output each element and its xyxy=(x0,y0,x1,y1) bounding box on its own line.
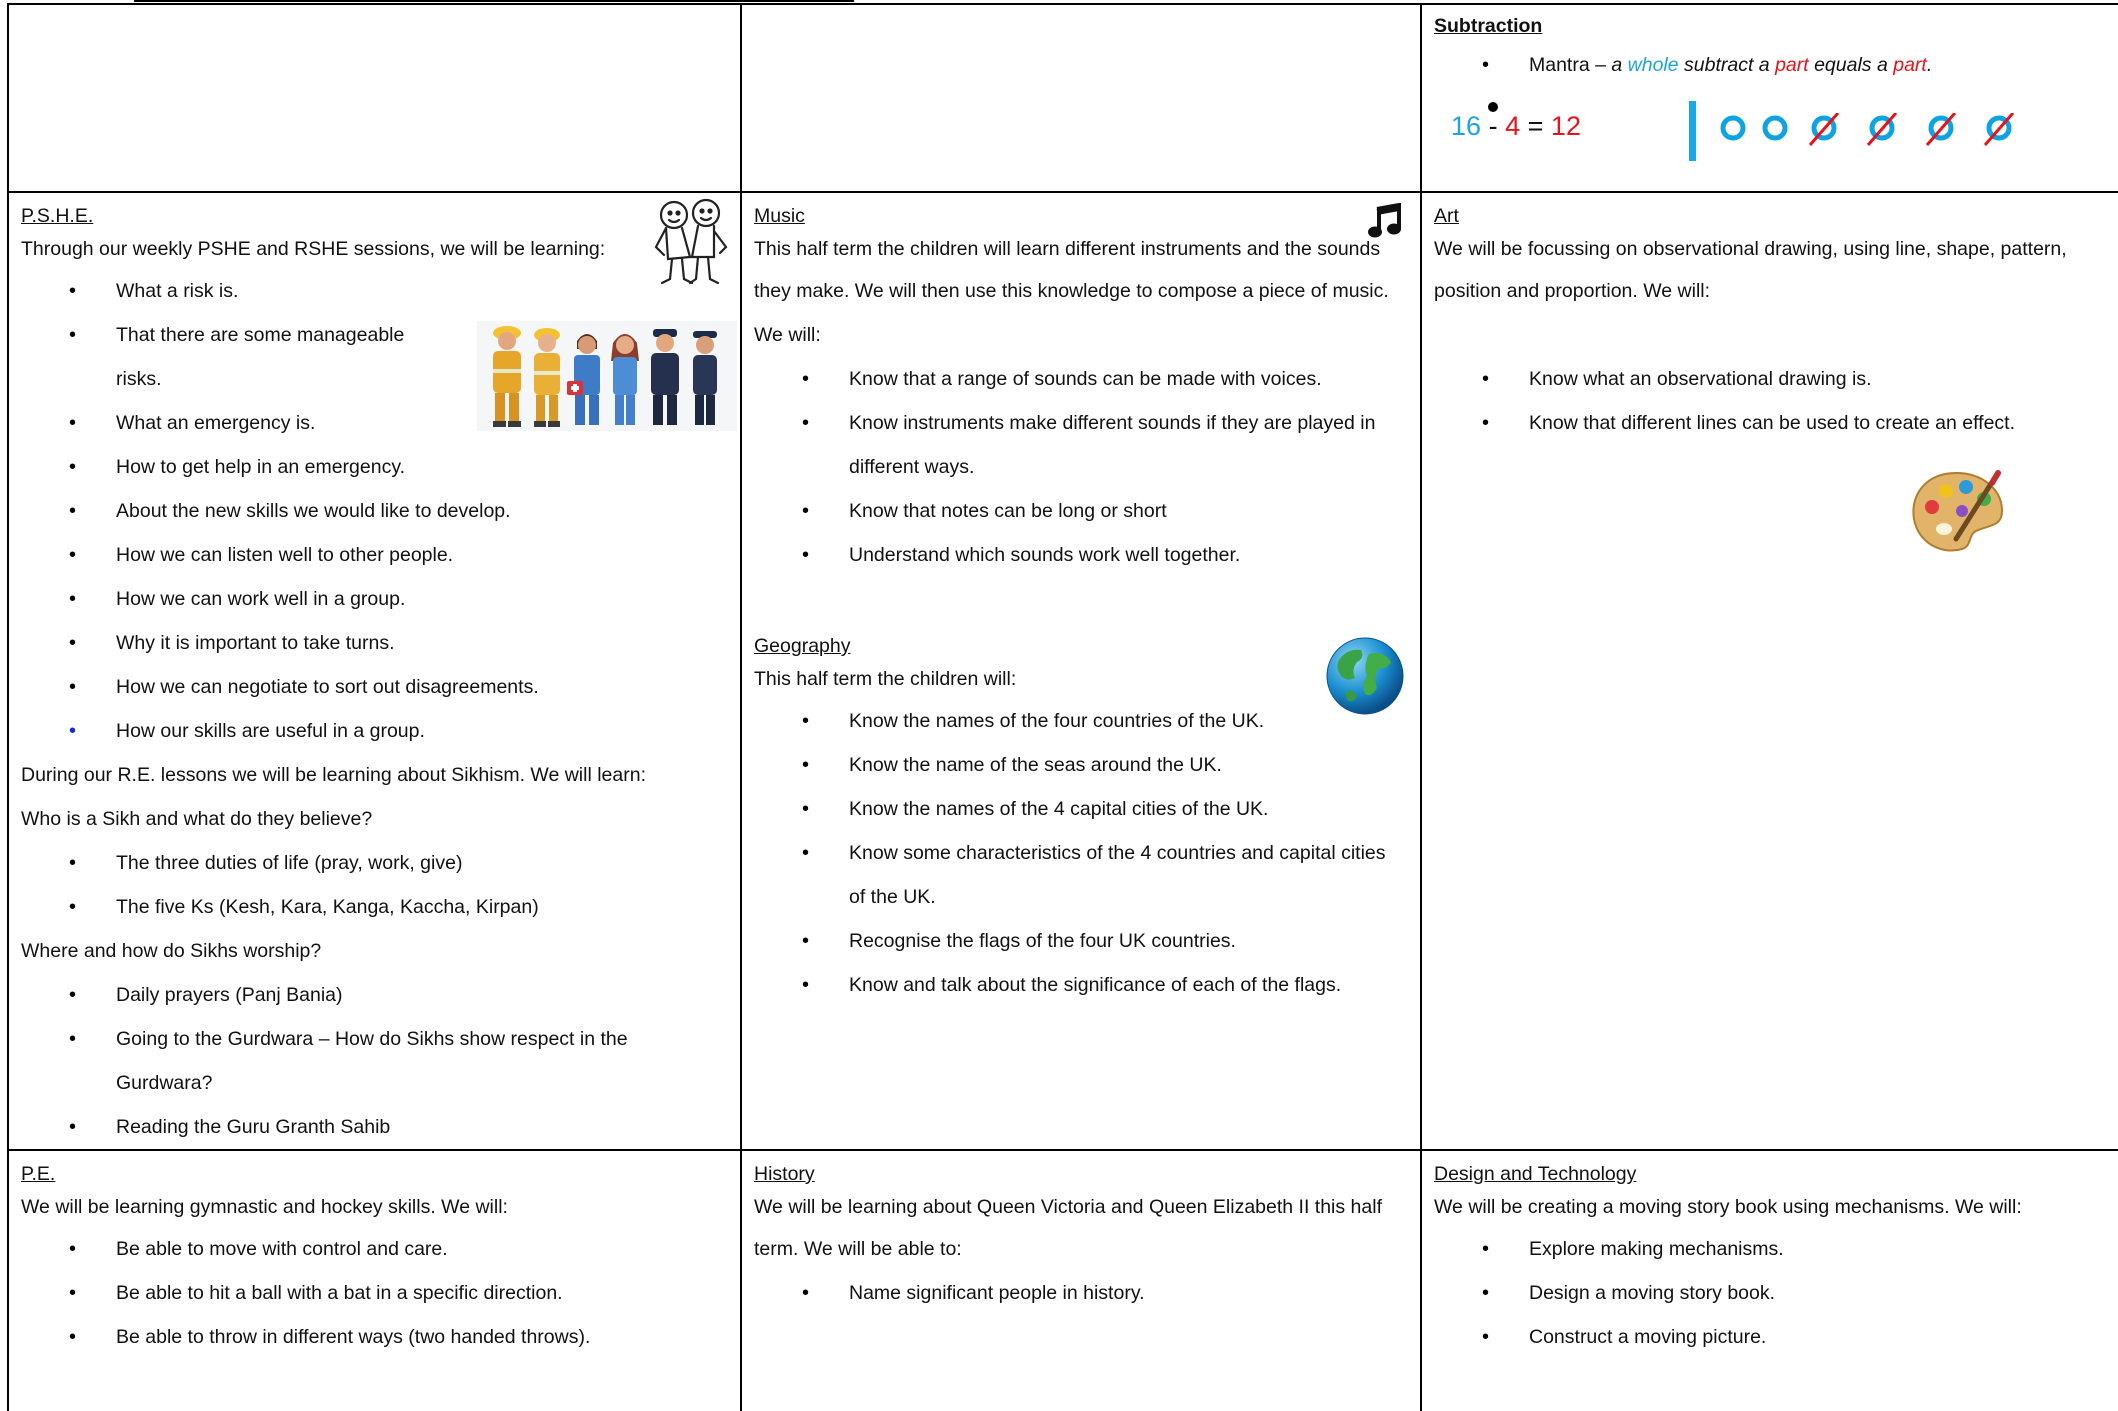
dt-intro: We will be creating a moving story book … xyxy=(1434,1196,2022,1218)
geography-list: Know the names of the four countries of … xyxy=(754,699,1408,1007)
list-item: Daily prayers (Panj Bania) xyxy=(21,973,728,1017)
list-item: Be able to hit a ball with a bat in a sp… xyxy=(21,1271,728,1315)
list-item: Know and talk about the significance of … xyxy=(754,963,1408,1007)
list-item: About the new skills we would like to de… xyxy=(21,489,728,533)
music-note-icon xyxy=(1368,203,1401,238)
music-list: Know that a range of sounds can be made … xyxy=(754,357,1408,577)
list-item: Know the names of the four countries of … xyxy=(754,699,1408,743)
list-item: Be able to throw in different ways (two … xyxy=(21,1315,728,1359)
pe-list: Be able to move with control and care. B… xyxy=(21,1227,728,1359)
geography-title: Geography xyxy=(754,635,851,657)
list-item: What a risk is. xyxy=(21,269,728,313)
art-title: Art xyxy=(1434,205,1459,227)
list-item: Know instruments make different sounds i… xyxy=(754,401,1408,445)
history-intro-1: We will be learning about Queen Victoria… xyxy=(754,1196,1382,1218)
mantra-whole: whole xyxy=(1627,54,1679,76)
geography-intro: This half term the children will: xyxy=(754,668,1017,690)
art-list: Know what an observational drawing is. K… xyxy=(1434,357,2106,445)
list-item: How our skills are useful in a group. xyxy=(21,709,728,753)
mantra-prefix: Mantra – xyxy=(1529,54,1612,76)
list-item-continuation: different ways. xyxy=(849,456,975,478)
mantra-end: . xyxy=(1926,54,1933,76)
list-item-continuation: of the UK. xyxy=(849,886,936,908)
eq-result: 12 xyxy=(1550,111,1581,141)
mantra-part-1: part xyxy=(1775,54,1809,76)
list-item: Know what an observational drawing is. xyxy=(1434,357,2106,401)
list-item: How we can negotiate to sort out disagre… xyxy=(21,665,728,709)
re-question-1: Who is a Sikh and what do they believe? xyxy=(21,808,373,830)
list-item: Reading the Guru Granth Sahib xyxy=(21,1105,728,1149)
list-item: Design a moving story book. xyxy=(1434,1271,2106,1315)
mantra-a: a xyxy=(1611,54,1628,76)
list-item: Explore making mechanisms. xyxy=(1434,1227,2106,1271)
history-intro-2: term. We will be able to: xyxy=(754,1238,962,1260)
eq-part: 4 xyxy=(1505,111,1521,141)
list-item: How we can listen well to other people. xyxy=(21,533,728,577)
history-title: History xyxy=(754,1163,815,1185)
art-cell: Art We will be focussing on observationa… xyxy=(1420,191,2118,1151)
eq-equals: = xyxy=(1527,111,1544,141)
mantra-subtract: subtract a xyxy=(1678,54,1776,76)
pe-cell: P.E. We will be learning gymnastic and h… xyxy=(7,1149,742,1411)
maths-cell: Subtraction Mantra – a whole subtract a … xyxy=(1420,3,2118,193)
music-intro-3: We will: xyxy=(754,324,821,346)
eq-whole: 16 xyxy=(1451,111,1482,141)
re-intro: During our R.E. lessons we will be learn… xyxy=(21,764,646,786)
music-geography-cell: Music This half term the children will l… xyxy=(740,191,1422,1151)
mantra-part-2: part xyxy=(1893,54,1927,76)
history-list: Name significant people in history. xyxy=(754,1271,1408,1315)
friends-drawing-icon xyxy=(654,198,728,285)
list-item: Know the name of the seas around the UK. xyxy=(754,743,1408,787)
re-list-2: Daily prayers (Panj Bania) Going to the … xyxy=(21,973,728,1149)
list-item: Know that different lines can be used to… xyxy=(1434,401,2106,445)
empty-cell-1 xyxy=(7,3,742,193)
list-item: Know some characteristics of the 4 count… xyxy=(754,831,1408,875)
number-line-bar xyxy=(1689,101,1696,161)
header-underline xyxy=(134,0,854,2)
music-title: Music xyxy=(754,205,805,227)
pshe-cell: P.S.H.E. Through our weekly PSHE and RSH… xyxy=(7,191,742,1151)
list-item: Know the names of the 4 capital cities o… xyxy=(754,787,1408,831)
maths-title: Subtraction xyxy=(1434,15,1543,37)
curriculum-grid: Subtraction Mantra – a whole subtract a … xyxy=(7,3,2118,1411)
subtraction-equation: 16 - 4 = 12 xyxy=(1451,102,1581,142)
re-question-2: Where and how do Sikhs worship? xyxy=(21,940,322,962)
list-item: Know that notes can be long or short xyxy=(754,489,1408,533)
pshe-title: P.S.H.E. xyxy=(21,205,94,227)
paint-palette-icon xyxy=(1912,470,2004,552)
list-item: Recognise the flags of the four UK count… xyxy=(754,919,1408,963)
list-item: Know that a range of sounds can be made … xyxy=(754,357,1408,401)
dt-title: Design and Technology xyxy=(1434,1163,1637,1185)
pe-intro: We will be learning gymnastic and hockey… xyxy=(21,1196,508,1218)
pe-title: P.E. xyxy=(21,1163,56,1185)
mantra-item: Mantra – a whole subtract a part equals … xyxy=(1434,43,2106,87)
list-item: How to get help in an emergency. xyxy=(21,445,728,489)
list-item: The three duties of life (pray, work, gi… xyxy=(21,841,728,885)
list-item: How we can work well in a group. xyxy=(21,577,728,621)
art-intro-1: We will be focussing on observational dr… xyxy=(1434,238,2067,260)
list-item: Going to the Gurdwara – How do Sikhs sho… xyxy=(21,1017,728,1105)
dt-list: Explore making mechanisms. Design a movi… xyxy=(1434,1227,2106,1359)
pshe-intro: Through our weekly PSHE and RSHE session… xyxy=(21,238,606,260)
counters-model-icon xyxy=(1720,113,2015,146)
list-item: Construct a moving picture. xyxy=(1434,1315,2106,1359)
empty-cell-2 xyxy=(740,3,1422,193)
list-item: Be able to move with control and care. xyxy=(21,1227,728,1271)
dot-marker xyxy=(1488,102,1498,112)
globe-icon xyxy=(1326,637,1404,715)
music-intro-2: they make. We will then use this knowled… xyxy=(754,280,1389,302)
maths-list: Mantra – a whole subtract a part equals … xyxy=(1434,43,2106,87)
art-intro-2: position and proportion. We will: xyxy=(1434,280,1711,302)
list-item: Name significant people in history. xyxy=(754,1271,1408,1315)
re-list-1: The three duties of life (pray, work, gi… xyxy=(21,841,728,929)
dt-cell: Design and Technology We will be creatin… xyxy=(1420,1149,2118,1411)
list-item: Why it is important to take turns. xyxy=(21,621,728,665)
music-intro-1: This half term the children will learn d… xyxy=(754,238,1381,260)
list-item: Understand which sounds work well togeth… xyxy=(754,533,1408,577)
mantra-equals: equals a xyxy=(1808,54,1894,76)
list-item: The five Ks (Kesh, Kara, Kanga, Kaccha, … xyxy=(21,885,728,929)
history-cell: History We will be learning about Queen … xyxy=(740,1149,1422,1411)
helpers-illustration-icon xyxy=(477,321,737,431)
eq-minus: - xyxy=(1488,111,1498,141)
